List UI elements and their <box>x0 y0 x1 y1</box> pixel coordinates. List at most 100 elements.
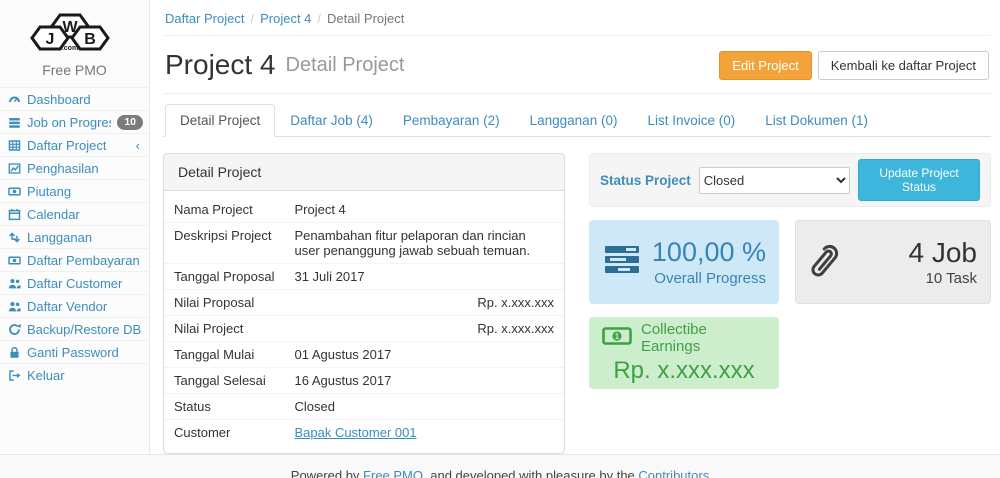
sidebar-item-label: Dashboard <box>27 92 91 107</box>
update-project-status-button[interactable]: Update Project Status <box>858 159 980 201</box>
sidebar-item-daftar-pembayaran[interactable]: Daftar Pembayaran <box>0 248 149 271</box>
sidebar-item-daftar-customer[interactable]: Daftar Customer <box>0 271 149 294</box>
sidebar-item-daftar-vendor[interactable]: Daftar Vendor <box>0 294 149 317</box>
tab-daftar-job-4[interactable]: Daftar Job (4) <box>275 104 388 137</box>
customer-link[interactable]: Bapak Customer 001 <box>294 425 416 440</box>
sidebar-item-langganan[interactable]: Langganan <box>0 225 149 248</box>
footer: Powered by Free PMO, and developed with … <box>0 454 1000 478</box>
sidebar: W J B .com Free PMO DashboardJob on Prog… <box>0 0 150 454</box>
breadcrumb-separator: / <box>317 11 321 26</box>
money-icon <box>7 184 21 198</box>
detail-row: Tanggal Proposal 31 Juli 2017 <box>164 264 564 290</box>
breadcrumb-item: Detail Project <box>327 11 404 26</box>
overall-progress-card: 100,00 % Overall Progress <box>589 220 779 304</box>
contributors-link[interactable]: Contributors <box>638 468 709 478</box>
sidebar-item-label: Daftar Customer <box>27 276 122 291</box>
sidebar-item-label: Penghasilan <box>27 161 99 176</box>
detail-value: 16 Agustus 2017 <box>294 373 391 388</box>
brand-logo[interactable]: W J B .com <box>0 0 149 58</box>
detail-label: Deskripsi Project <box>164 223 284 264</box>
tab-detail-project[interactable]: Detail Project <box>165 104 275 137</box>
sidebar-item-daftar-project[interactable]: Daftar Project‹ <box>0 133 149 156</box>
calendar-icon <box>7 207 21 221</box>
tab-pembayaran-2[interactable]: Pembayaran (2) <box>388 104 515 137</box>
sidebar-item-label: Job on Progress <box>27 115 111 130</box>
breadcrumb-separator: / <box>250 11 254 26</box>
tab-list-invoice-0[interactable]: List Invoice (0) <box>632 104 750 137</box>
header-buttons: Edit Project Kembali ke daftar Project <box>719 51 989 80</box>
jwb-hexagon-logo-icon: W J B .com <box>27 7 123 51</box>
sidebar-item-label: Langganan <box>27 230 92 245</box>
sidebar-item-keluar[interactable]: Keluar <box>0 363 149 386</box>
breadcrumb: Daftar Project / Project 4 / Detail Project <box>163 0 991 36</box>
dashboard-icon <box>7 92 21 106</box>
sidebar-item-label: Keluar <box>27 368 65 383</box>
detail-project-panel: Detail Project Nama ProjectProject 4Desk… <box>163 153 565 454</box>
status-project-form: Status Project Closed Update Project Sta… <box>589 153 991 207</box>
tasks-count: 10 Task <box>909 270 978 289</box>
sign-out-icon <box>7 368 21 382</box>
breadcrumb-item[interactable]: Daftar Project <box>165 11 244 26</box>
collectible-earnings-card: 1 Collectibe Earnings Rp. x.xxx.xxx <box>589 317 779 389</box>
money-icon <box>7 253 21 267</box>
sidebar-item-dashboard[interactable]: Dashboard <box>0 87 149 110</box>
detail-row: Customer Bapak Customer 001 <box>164 420 564 446</box>
sidebar-item-label: Ganti Password <box>27 345 119 360</box>
sidebar-item-backup-restore-db[interactable]: Backup/Restore DB <box>0 317 149 340</box>
sidebar-item-ganti-password[interactable]: Ganti Password <box>0 340 149 363</box>
free-pmo-link[interactable]: Free PMO <box>363 468 423 478</box>
jobs-summary-card: 4 Job 10 Task <box>795 220 991 304</box>
sidebar-item-label: Daftar Vendor <box>27 299 107 314</box>
detail-label: Nilai Proposal <box>164 290 284 316</box>
line-chart-icon <box>7 161 21 175</box>
sidebar-item-label: Piutang <box>27 184 71 199</box>
table-icon <box>7 138 21 152</box>
detail-row: Nilai ProposalRp. x.xxx.xxx <box>164 290 564 316</box>
tab-bar: Detail ProjectDaftar Job (4)Pembayaran (… <box>163 104 991 137</box>
sidebar-item-label: Daftar Pembayaran <box>27 253 140 268</box>
sidebar-item-calendar[interactable]: Calendar <box>0 202 149 225</box>
retweet-icon <box>7 230 21 244</box>
main-content: Daftar Project / Project 4 / Detail Project … <box>150 0 1000 454</box>
app-wrapper: W J B .com Free PMO DashboardJob on Prog… <box>0 0 1000 454</box>
detail-row: StatusClosed <box>164 394 564 420</box>
detail-value: 01 Agustus 2017 <box>294 347 391 362</box>
footer-text: Powered by <box>291 468 363 478</box>
earnings-label: Collectibe Earnings <box>641 321 766 355</box>
sidebar-item-job-on-progress[interactable]: Job on Progress 10 <box>0 110 149 133</box>
detail-row: Nama ProjectProject 4 <box>164 197 564 223</box>
detail-label: Customer <box>164 420 284 446</box>
detail-value: Penambahan fitur pelaporan dan rincian u… <box>294 228 530 258</box>
tasks-icon <box>7 115 21 129</box>
earnings-value: Rp. x.xxx.xxx <box>602 357 766 385</box>
count-badge: 10 <box>117 115 143 130</box>
detail-row: Nilai Project Rp. x.xxx.xxx <box>164 316 564 342</box>
breadcrumb-item[interactable]: Project 4 <box>260 11 311 26</box>
money-icon: 1 <box>602 327 632 349</box>
detail-row: Tanggal Selesai16 Agustus 2017 <box>164 368 564 394</box>
users-icon <box>7 299 21 313</box>
tab-list-dokumen-1[interactable]: List Dokumen (1) <box>750 104 883 137</box>
detail-label: Status <box>164 394 284 420</box>
sidebar-item-penghasilan[interactable]: Penghasilan <box>0 156 149 179</box>
back-to-project-list-button[interactable]: Kembali ke daftar Project <box>818 51 989 80</box>
tab-langganan-0[interactable]: Langganan (0) <box>515 104 633 137</box>
detail-row: Tanggal Mulai01 Agustus 2017 <box>164 342 564 368</box>
overall-progress-value: 100,00 % <box>652 236 766 270</box>
status-project-select[interactable]: Closed <box>699 167 850 194</box>
detail-label: Nilai Project <box>164 316 284 342</box>
paperclip-icon <box>797 236 847 289</box>
sidebar-item-piutang[interactable]: Piutang <box>0 179 149 202</box>
edit-project-button[interactable]: Edit Project <box>719 51 811 80</box>
detail-value: 31 Juli 2017 <box>294 269 364 284</box>
page-header: Project 4 Detail Project Edit Project Ke… <box>163 36 991 94</box>
page-title: Project 4 <box>165 49 276 81</box>
users-icon <box>7 276 21 290</box>
detail-value: Rp. x.xxx.xxx <box>477 321 554 336</box>
detail-label: Tanggal Proposal <box>164 264 284 290</box>
jobs-count: 4 Job <box>909 235 978 270</box>
detail-row: Deskripsi Project Penambahan fitur pelapo… <box>164 223 564 264</box>
sidebar-menu: Dashboard Job on Progress 10 Daftar Project… <box>0 87 149 386</box>
summary-cards: 100,00 % Overall Progress 4 <box>589 220 991 389</box>
lock-icon <box>7 345 21 359</box>
